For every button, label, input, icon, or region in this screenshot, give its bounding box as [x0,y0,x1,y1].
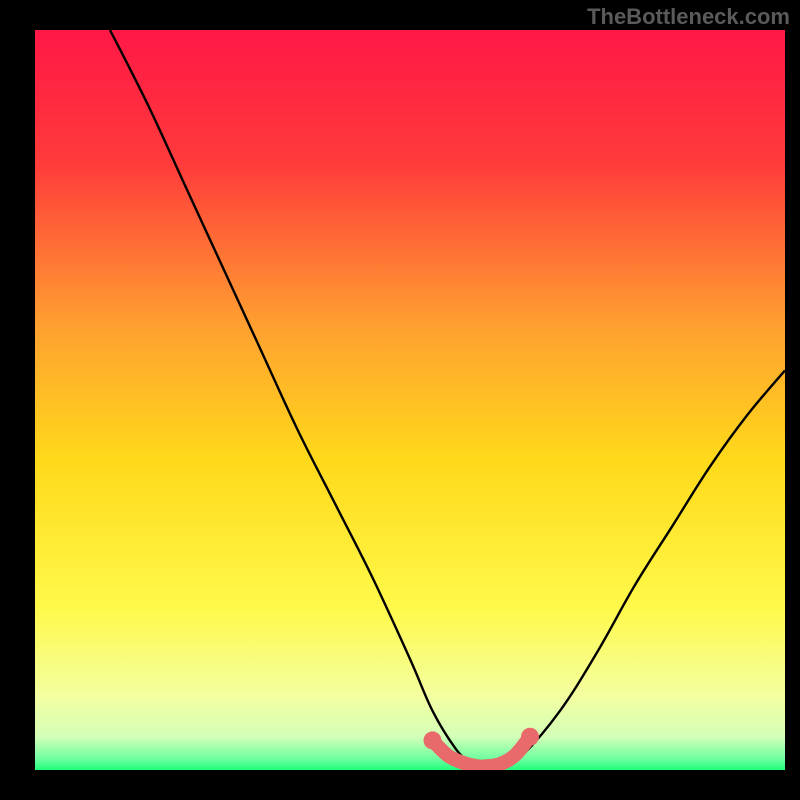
watermark-label: TheBottleneck.com [587,4,790,30]
chart-container: TheBottleneck.com [0,0,800,800]
bottleneck-curve [110,30,785,770]
trough-highlight [433,737,531,767]
curve-layer [35,30,785,770]
plot-area [35,30,785,770]
